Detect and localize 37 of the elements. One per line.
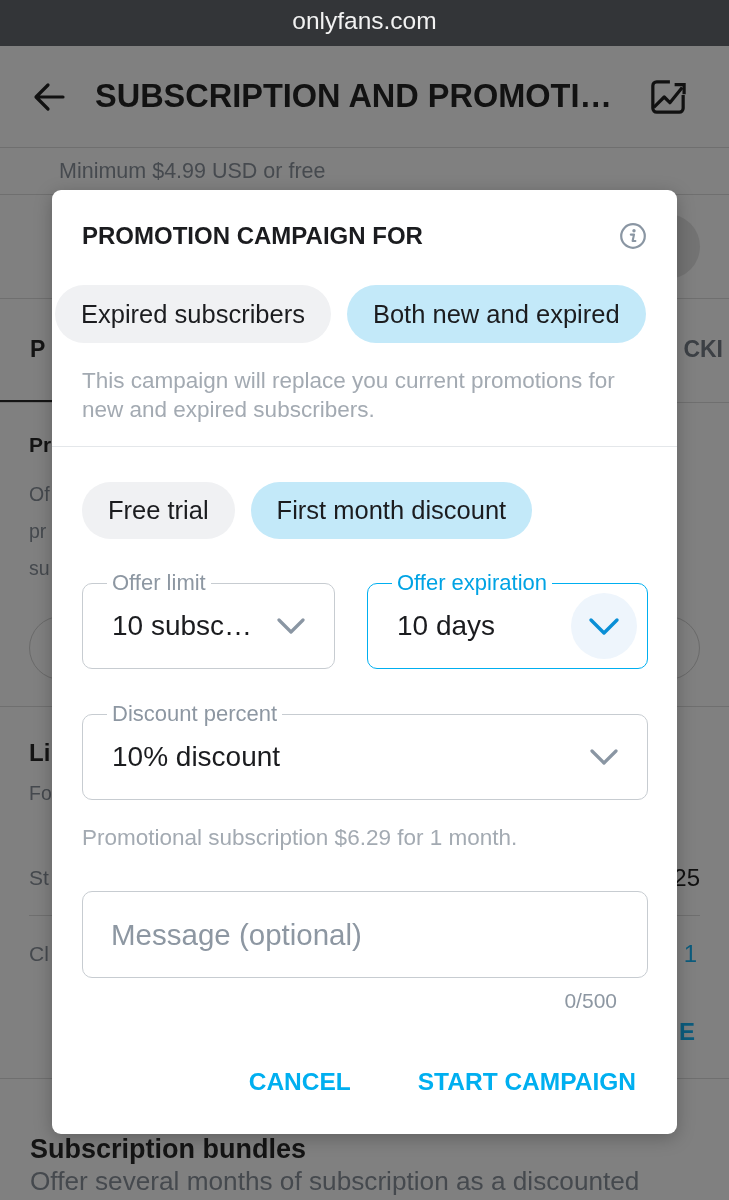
dialog-title: PROMOTION CAMPAIGN FOR — [82, 221, 423, 251]
character-counter: 0/500 — [564, 989, 617, 1013]
offer-limit-select[interactable]: Offer limit 10 subsc… — [82, 571, 335, 669]
description-line: Fo — [29, 781, 52, 806]
description-line: pr — [29, 519, 47, 544]
chevron-down-icon[interactable] — [590, 749, 618, 765]
price-note: Minimum $4.99 USD or free — [59, 158, 326, 184]
field-label: Discount percent — [111, 702, 279, 726]
field-label: Offer limit — [111, 571, 207, 595]
audience-chip[interactable]: Expired subscribers — [55, 285, 331, 343]
info-icon[interactable] — [620, 223, 646, 249]
section-heading: Subscription bundles — [30, 1135, 306, 1163]
description-line: su — [29, 556, 50, 581]
chevron-down-icon[interactable] — [277, 618, 305, 634]
trend-chart-icon[interactable] — [650, 78, 686, 115]
row-label: Cl — [29, 941, 49, 966]
select-value: 10% discount — [112, 741, 281, 773]
campaign-note: This campaign will replace you current promotions for new and expired subscribers. — [82, 367, 616, 424]
description-line: Of — [29, 482, 50, 507]
offer-expiration-select[interactable]: Offer expiration 10 days — [367, 571, 648, 669]
chevron-down-icon[interactable] — [571, 593, 637, 659]
section-heading: Pr — [29, 432, 52, 458]
select-value: 10 subsc… — [112, 610, 253, 642]
row-label: St — [29, 865, 49, 890]
select-value: 10 days — [397, 610, 496, 642]
page-title: SUBSCRIPTION AND PROMOTI… — [95, 78, 613, 115]
message-input[interactable]: Message (optional) — [82, 891, 648, 978]
offer-type-chip[interactable]: Free trial — [82, 482, 235, 539]
discount-percent-select[interactable]: Discount percent 10% discount — [82, 702, 648, 800]
url-text: onlyfans.com — [292, 7, 437, 35]
promotion-summary: Promotional subscription $6.29 for 1 month. — [82, 825, 519, 851]
section-heading: Li — [29, 739, 51, 767]
field-label: Offer expiration — [396, 571, 548, 595]
audience-chip[interactable]: Both new and expired — [346, 285, 646, 343]
offer-type-chip[interactable]: First month discount — [250, 482, 533, 539]
back-arrow-icon[interactable] — [33, 80, 65, 113]
section-description: Offer several months of subscription as a discounted — [30, 1166, 641, 1196]
